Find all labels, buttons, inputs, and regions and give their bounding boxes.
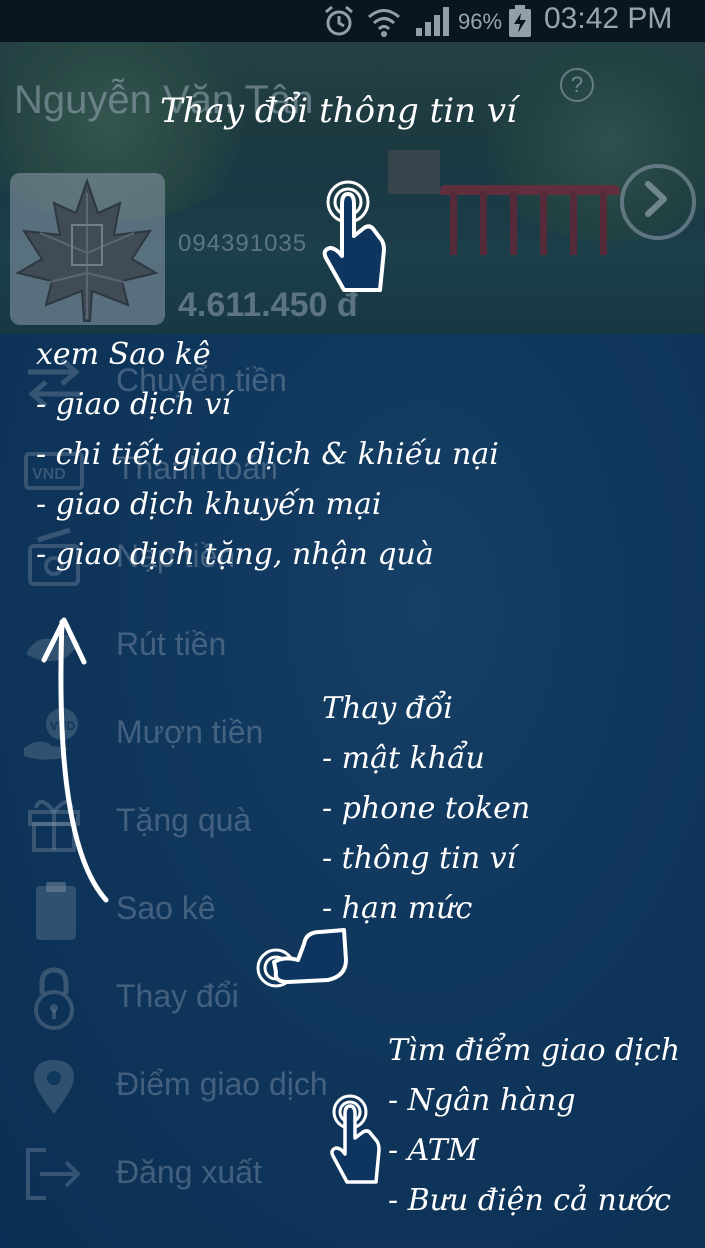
clock: 03:42 PM xyxy=(544,2,673,35)
menu-item-label: Mượn tiền xyxy=(116,714,264,750)
help-icon[interactable]: ? xyxy=(560,68,594,102)
chevron-right-icon[interactable] xyxy=(620,164,696,240)
menu-item-label: Thay đổi xyxy=(116,978,239,1014)
signal-icon xyxy=(414,4,454,46)
menu-item-label: Điểm giao dịch xyxy=(116,1066,328,1102)
hint-find-locations: Tìm điểm giao dịch - Ngân hàng - ATM - B… xyxy=(388,1033,681,1218)
location-icon xyxy=(22,1054,86,1118)
hint-statement: xem Sao kê - giao dịch ví - chi tiết gia… xyxy=(36,337,499,572)
avatar[interactable] xyxy=(10,173,165,325)
lock-icon xyxy=(22,966,86,1030)
menu-item-change[interactable]: Thay đổi xyxy=(0,958,420,1038)
tap-hand-icon xyxy=(322,180,386,292)
battery-percent: 96% xyxy=(458,9,503,34)
status-bar: 96% 03:42 PM xyxy=(0,0,705,42)
hint-change-settings: Thay đổi - mật khẩu - phone token - thôn… xyxy=(322,691,531,926)
alarm-icon xyxy=(322,4,356,46)
tap-hand-icon xyxy=(330,1094,381,1184)
phone-number: 094391035 xyxy=(178,230,308,257)
menu-item-label: Sao kê xyxy=(116,890,216,926)
hint-change-wallet-info: Thay đổi thông tin ví xyxy=(160,91,517,131)
logout-icon xyxy=(22,1142,86,1206)
wifi-icon xyxy=(366,4,402,46)
arrow-up-icon xyxy=(41,617,109,903)
menu-item-label: Rút tiền xyxy=(116,626,227,662)
menu-item-label: Tặng quà xyxy=(116,802,252,838)
point-hand-icon xyxy=(256,928,348,988)
menu-item-label: Đăng xuất xyxy=(116,1154,262,1190)
maple-leaf-icon xyxy=(15,177,159,322)
battery-charging-icon xyxy=(508,4,532,46)
